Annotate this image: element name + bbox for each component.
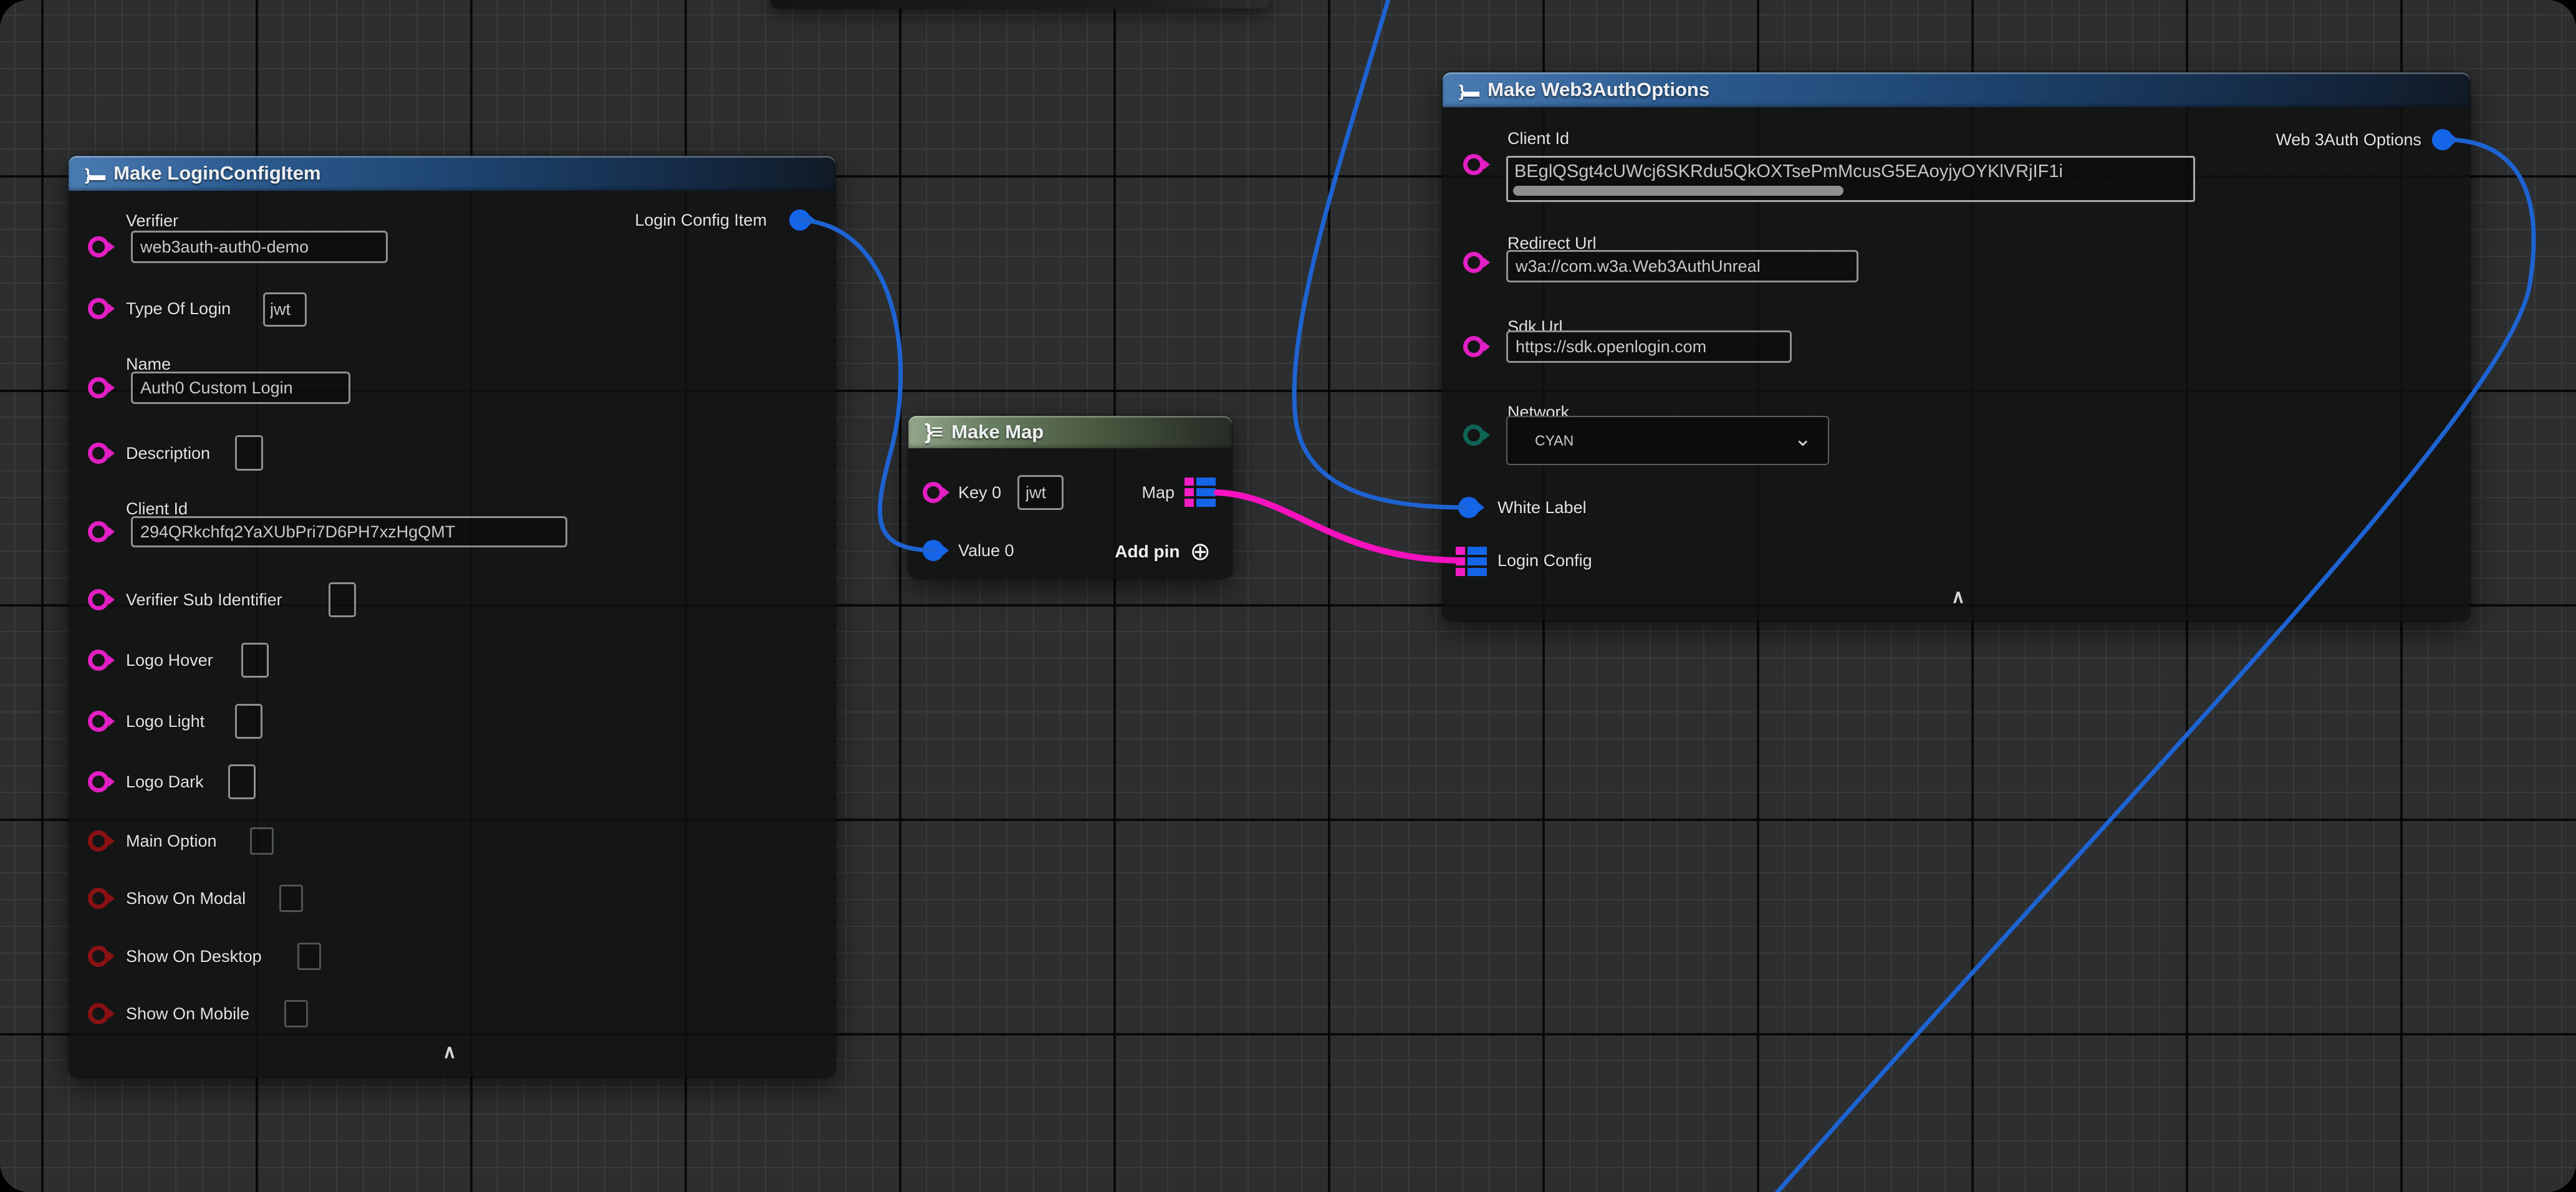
client-id-value: BEglQSgt4cUWcj6SKRdu5QkOXTsePmMcusG5EAoy… [1514,161,2191,182]
show-on-mobile-checkbox[interactable] [284,1000,308,1027]
network-pin[interactable] [1463,425,1484,446]
logo-dark-input[interactable] [228,764,256,799]
node-title: Make Web3AuthOptions [1487,79,1709,101]
sdk-url-input[interactable] [1506,330,1792,363]
show-on-mobile-pin[interactable] [88,1003,109,1024]
blueprint-graph-canvas[interactable]: Make LoginConfigItem Verifier Login Conf… [0,0,2576,1192]
network-dropdown[interactable]: CYAN [1506,416,1829,465]
show-on-desktop-pin[interactable] [88,946,109,967]
client-id-input[interactable]: BEglQSgt4cUWcj6SKRdu5QkOXTsePmMcusG5EAoy… [1506,156,2195,202]
show-on-mobile-label: Show On Mobile [126,1004,249,1024]
type-of-login-input[interactable] [263,292,307,327]
node-make-map[interactable]: Make Map Key 0 Map Value 0 Add pin [908,416,1232,579]
main-option-pin[interactable] [88,830,109,852]
show-on-desktop-label: Show On Desktop [126,946,262,966]
network-selected-value: CYAN [1535,432,1574,449]
add-pin-label: Add pin [1115,542,1180,562]
add-pin-plus-icon [1189,541,1211,563]
node-header[interactable]: Make Web3AuthOptions [1443,72,2470,107]
type-of-login-label: Type Of Login [126,299,231,319]
client-id-pin[interactable] [88,521,109,542]
logo-light-input[interactable] [235,704,262,739]
logo-hover-label: Logo Hover [126,650,213,670]
show-on-desktop-checkbox[interactable] [297,943,321,970]
wire-map-to-loginconfig[interactable] [1217,493,1459,560]
white-label-label: White Label [1497,497,1587,517]
collapse-node-button[interactable] [1951,586,1965,608]
verifier-input[interactable] [131,231,388,263]
show-on-modal-checkbox[interactable] [279,885,303,912]
show-on-modal-label: Show On Modal [126,888,246,908]
make-map-icon [925,420,941,445]
login-config-item-output-label: Login Config Item [635,210,767,230]
description-input[interactable] [235,435,263,471]
name-pin[interactable] [88,377,109,398]
logo-light-pin[interactable] [88,711,109,732]
verifier-sub-identifier-label: Verifier Sub Identifier [126,590,282,610]
name-input[interactable] [131,372,350,404]
description-label: Description [126,443,210,463]
value0-pin[interactable] [923,540,944,561]
map-output-pin[interactable] [1185,478,1216,507]
logo-hover-pin[interactable] [88,650,109,671]
client-id-pin[interactable] [1463,154,1484,175]
web3auth-options-output-pin[interactable] [2432,129,2453,150]
node-header[interactable]: Make Map [908,416,1232,448]
wire-top-to-whitelabel[interactable] [1294,0,1465,507]
key0-input[interactable] [1017,475,1064,510]
logo-light-label: Logo Light [126,711,204,731]
value0-label: Value 0 [958,541,1014,560]
map-output-label: Map [1141,483,1175,502]
description-pin[interactable] [88,443,109,464]
node-title: Make Map [951,421,1044,443]
redirect-url-pin[interactable] [1463,252,1484,273]
client-id-scrollbar[interactable] [1513,186,1843,196]
collapse-node-button[interactable] [443,1041,456,1063]
logo-hover-input[interactable] [241,643,269,678]
client-id-label: Client Id [1507,128,1569,148]
verifier-sub-identifier-input[interactable] [329,582,356,617]
verifier-label: Verifier [126,211,178,231]
chevron-down-icon [1794,426,1812,451]
show-on-modal-pin[interactable] [88,888,109,909]
redirect-url-input[interactable] [1506,250,1858,282]
web3auth-options-output-label: Web 3Auth Options [2276,130,2421,150]
login-config-item-output-pin[interactable] [789,209,810,231]
logo-dark-pin[interactable] [88,771,109,792]
login-config-pin[interactable] [1456,547,1487,576]
key0-label: Key 0 [958,483,1001,502]
logo-dark-label: Logo Dark [126,772,204,792]
node-title: Make LoginConfigItem [113,162,320,185]
white-label-pin[interactable] [1458,497,1479,518]
main-option-checkbox[interactable] [250,827,274,855]
verifier-sub-identifier-pin[interactable] [88,589,109,610]
client-id-input[interactable] [131,516,567,547]
verifier-pin[interactable] [88,236,109,257]
make-struct-icon [85,161,103,185]
make-struct-icon [1459,78,1478,102]
key0-pin[interactable] [923,482,944,503]
sdk-url-pin[interactable] [1463,336,1484,357]
login-config-label: Login Config [1497,550,1592,570]
main-option-label: Main Option [126,831,217,851]
node-make-loginconfigitem[interactable]: Make LoginConfigItem Verifier Login Conf… [69,156,835,1077]
add-pin-button[interactable]: Add pin [1115,541,1211,563]
type-of-login-pin[interactable] [88,298,109,319]
offscreen-node-top[interactable] [770,0,1269,9]
node-header[interactable]: Make LoginConfigItem [69,156,835,191]
node-make-web3authoptions[interactable]: Make Web3AuthOptions Client Id BEglQSgt4… [1443,72,2470,621]
